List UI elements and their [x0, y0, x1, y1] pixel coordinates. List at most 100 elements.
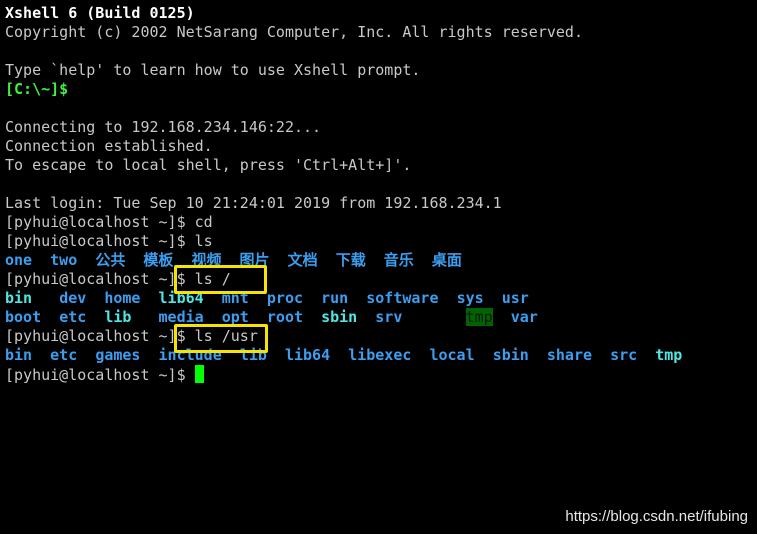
terminal-text: [pyhui@localhost ~]$ ls	[5, 232, 213, 250]
directory-entry: 模板	[143, 251, 174, 269]
terminal-line: Type `help' to learn how to use Xshell p…	[5, 61, 682, 80]
highlight-box-ls-root	[174, 265, 267, 294]
terminal-text: To escape to local shell, press 'Ctrl+Al…	[5, 156, 412, 174]
directory-entry: run	[321, 289, 349, 307]
directory-entry: 公共	[95, 251, 126, 269]
terminal-line: [pyhui@localhost ~]$	[5, 365, 682, 384]
terminal-text: [pyhui@localhost ~]$	[5, 366, 195, 384]
directory-entry: boot	[5, 308, 42, 326]
directory-entry: etc	[59, 308, 87, 326]
directory-entry: one	[5, 251, 33, 269]
terminal-line: bin etc games include lib lib64 libexec …	[5, 346, 682, 365]
sticky-directory-entry: tmp	[465, 308, 493, 326]
terminal-line: Connection established.	[5, 137, 682, 156]
directory-entry: usr	[501, 289, 529, 307]
terminal-line: [pyhui@localhost ~]$ ls	[5, 232, 682, 251]
directory-entry: local	[429, 346, 475, 364]
terminal-line: boot etc lib media opt root sbin srv tmp…	[5, 308, 682, 327]
terminal-line: Xshell 6 (Build 0125)	[5, 4, 682, 23]
directory-entry: var	[510, 308, 538, 326]
symlink-entry: bin	[5, 289, 33, 307]
directory-entry: dev	[59, 289, 87, 307]
terminal-line: bin dev home lib64 mnt proc run software…	[5, 289, 682, 308]
terminal-line: To escape to local shell, press 'Ctrl+Al…	[5, 156, 682, 175]
terminal-line: [pyhui@localhost ~]$ ls /usr	[5, 327, 682, 346]
highlight-box-ls-usr	[174, 324, 268, 353]
symlink-entry: lib	[104, 308, 132, 326]
directory-entry: home	[104, 289, 141, 307]
directory-entry: src	[610, 346, 638, 364]
directory-entry: 音乐	[383, 251, 414, 269]
terminal-line: Connecting to 192.168.234.146:22...	[5, 118, 682, 137]
directory-entry: 下载	[335, 251, 366, 269]
directory-entry: sbin	[492, 346, 529, 364]
terminal-line: [pyhui@localhost ~]$ cd	[5, 213, 682, 232]
terminal-text: Last login: Tue Sep 10 21:24:01 2019 fro…	[5, 194, 502, 212]
terminal-line: one two 公共 模板 视频 图片 文档 下载 音乐 桌面	[5, 251, 682, 270]
terminal-text: [C:\~]$	[5, 80, 69, 98]
directory-entry: sys	[456, 289, 484, 307]
directory-entry: 文档	[287, 251, 318, 269]
directory-entry: libexec	[348, 346, 412, 364]
watermark: https://blog.csdn.net/ifubing	[565, 508, 748, 525]
terminal-line: Copyright (c) 2002 NetSarang Computer, I…	[5, 23, 682, 42]
terminal-text: Xshell 6 (Build 0125)	[5, 4, 195, 22]
terminal-line: [C:\~]$	[5, 80, 682, 99]
terminal-text: Connection established.	[5, 137, 213, 155]
symlink-entry: tmp	[655, 346, 683, 364]
directory-entry: lib64	[284, 346, 331, 364]
terminal-text: [pyhui@localhost ~]$ cd	[5, 213, 213, 231]
directory-entry: 桌面	[431, 251, 462, 269]
cursor	[194, 365, 204, 383]
terminal-line: Last login: Tue Sep 10 21:24:01 2019 fro…	[5, 194, 682, 213]
terminal-output[interactable]: Xshell 6 (Build 0125) Copyright (c) 2002 …	[5, 4, 682, 384]
terminal-text: Connecting to 192.168.234.146:22...	[5, 118, 322, 136]
directory-entry: proc	[266, 289, 304, 307]
directory-entry: games	[95, 346, 141, 364]
terminal-line: [pyhui@localhost ~]$ ls /	[5, 270, 682, 289]
directory-entry: share	[546, 346, 593, 364]
directory-entry: software	[366, 289, 439, 307]
symlink-entry: sbin	[321, 308, 358, 326]
directory-entry: two	[50, 251, 78, 269]
terminal-text: Copyright (c) 2002 NetSarang Computer, I…	[5, 23, 583, 41]
directory-entry: srv	[375, 308, 403, 326]
directory-entry: etc	[50, 346, 78, 364]
terminal-text: Type `help' to learn how to use Xshell p…	[5, 61, 421, 79]
directory-entry: bin	[5, 346, 33, 364]
